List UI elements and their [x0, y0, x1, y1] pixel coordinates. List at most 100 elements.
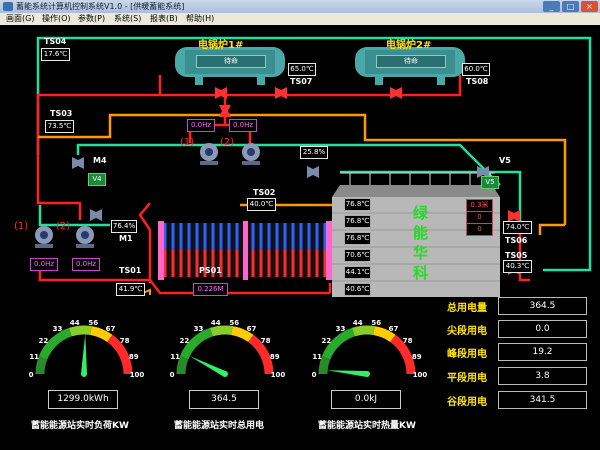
ts01-value: 41.9℃ [116, 283, 145, 296]
ts05-label: TS05 [505, 251, 528, 260]
energy-value: 341.5 [498, 391, 587, 409]
gauge-hub [81, 371, 87, 377]
menu-operate[interactable]: 操作(O) [42, 13, 71, 25]
ts02-label: TS02 [253, 188, 276, 197]
gauge-hub [222, 371, 228, 377]
tank-temp-5: 44.1℃ [344, 266, 371, 279]
gauge-heat: 0 1122 33 44 56 67 78 89 100 [312, 319, 427, 378]
gauge-tick-label: 33 [336, 325, 346, 333]
ts05-value: 40.3℃ [503, 260, 532, 273]
tank-label-char-1: 绿 [413, 204, 429, 222]
pump-bottom-1[interactable] [35, 226, 53, 248]
energy-label: 总用电量 [447, 303, 487, 314]
valve-m4[interactable] [72, 157, 84, 169]
gauge-band [210, 325, 233, 337]
process-scene: 电锅炉1# 电锅炉2# 待命 待命 65.0℃ TS07 60.0℃ TS08 … [0, 25, 600, 450]
m4-label: M4 [93, 156, 107, 165]
boiler-1-status: 待命 [196, 55, 266, 68]
mid-valve-value: 25.8% [300, 146, 328, 159]
ps01-label: PS01 [199, 266, 222, 275]
gauge-tick-label: 78 [403, 337, 413, 345]
tank-side-value-3: 0 [466, 223, 493, 236]
gauge-tick-label: 33 [53, 325, 63, 333]
gauge-tick-label: 0 [29, 371, 34, 378]
gauge-load-caption: 蓄能能源站实时负荷KW [31, 421, 129, 431]
close-button[interactable]: × [581, 1, 598, 12]
pump-top-1[interactable] [200, 143, 218, 165]
energy-sharp: 尖段用电 0.0 [447, 320, 587, 338]
m1-value: 76.4% [111, 220, 137, 233]
gauge-heat-value: 0.0kJ [331, 390, 401, 409]
gauge-hub [364, 371, 370, 377]
gauge-tick-label: 89 [412, 353, 422, 361]
energy-label: 平段用电 [447, 373, 487, 384]
heat-exchanger [158, 221, 332, 280]
energy-peak: 峰段用电 19.2 [447, 343, 587, 361]
gauge-band [69, 325, 92, 337]
gauge-tick-label: 89 [270, 353, 280, 361]
menu-bar: 画面(G) 操作(O) 参数(P) 系统(S) 报表(B) 帮助(H) [0, 13, 600, 25]
tank-temp-2: 76.8℃ [344, 215, 371, 228]
gauge-tick-label: 78 [261, 337, 271, 345]
gauge-tick-label: 56 [371, 319, 381, 327]
gauge-tick-label: 100 [413, 371, 427, 378]
gauge-tick-label: 44 [211, 319, 221, 327]
menu-screen[interactable]: 画面(G) [6, 13, 34, 25]
menu-params[interactable]: 参数(P) [78, 13, 105, 25]
ts08-label: TS08 [466, 77, 489, 86]
gauge-heat-caption: 蓄能能源站实时热量KW [318, 421, 416, 431]
energy-value: 19.2 [498, 343, 587, 361]
title-bar: 蓄能系统计算机控制系统V1.0 - [供暖蓄能系统] _ □ × [0, 0, 600, 13]
minimize-button[interactable]: _ [543, 1, 560, 12]
ts02-value: 40.0℃ [247, 198, 276, 211]
gauge-tick-label: 56 [88, 319, 98, 327]
gauge-power: 0 1122 33 44 56 67 78 89 100 [170, 319, 285, 378]
energy-label: 尖段用电 [447, 326, 487, 337]
ts06-label: TS06 [505, 236, 528, 245]
gauge-power-caption: 蓄能能源站实时总用电 [174, 421, 265, 431]
gauge-tick-label: 56 [229, 319, 239, 327]
pump-top-1-freq: 0.0Hz [187, 119, 215, 132]
window-title: 蓄能系统计算机控制系统V1.0 - [供暖蓄能系统] [16, 2, 185, 11]
boiler-2-temp: 60.0℃ [462, 63, 490, 76]
energy-total: 总用电量 364.5 [447, 297, 587, 315]
gauge-tick-label: 11 [312, 353, 322, 361]
pump-bottom-2[interactable] [76, 226, 94, 248]
gauge-tick-label: 67 [106, 325, 116, 333]
menu-report[interactable]: 报表(B) [150, 13, 178, 25]
pump-bottom-2-index: (2) [56, 221, 71, 232]
energy-label: 峰段用电 [447, 349, 487, 360]
gauge-band [176, 356, 189, 375]
valve-mid[interactable] [307, 166, 319, 178]
tank-label-char-3: 华 [413, 244, 429, 262]
valve-m1[interactable] [90, 209, 102, 221]
gauge-needle [189, 355, 227, 377]
gauge-tick-label: 44 [353, 319, 363, 327]
gauge-tick-label: 33 [194, 325, 204, 333]
tank-label-char-4: 科 [413, 264, 429, 282]
boiler-2-name: 电锅炉2# [386, 40, 432, 51]
energy-flat: 平段用电 3.8 [447, 367, 587, 385]
tank-label-char-2: 能 [413, 224, 429, 242]
m1-label: M1 [119, 234, 133, 243]
gauge-tick-label: 78 [120, 337, 130, 345]
maximize-button[interactable]: □ [562, 1, 579, 12]
gauge-load: 0 1122 33 44 56 67 78 89 100 [29, 319, 144, 378]
gauge-tick-label: 67 [389, 325, 399, 333]
gauge-tick-label: 100 [130, 371, 144, 378]
gauge-needle [81, 334, 87, 375]
v5-value: V5 [481, 176, 499, 189]
boiler-1-name: 电锅炉1# [198, 40, 244, 51]
gauge-power-value: 364.5 [189, 390, 259, 409]
gauge-tick-label: 67 [247, 325, 257, 333]
menu-help[interactable]: 帮助(H) [186, 13, 214, 25]
energy-value: 364.5 [498, 297, 587, 315]
ts06-value: 74.0℃ [503, 221, 532, 234]
tank-temp-6: 40.6℃ [344, 283, 371, 296]
menu-system[interactable]: 系统(S) [114, 13, 141, 25]
energy-value: 0.0 [498, 320, 587, 338]
pump-top-2[interactable] [242, 143, 260, 165]
ts07-label: TS07 [290, 77, 313, 86]
gauge-tick-label: 0 [312, 371, 317, 378]
gauge-needle [327, 370, 368, 377]
